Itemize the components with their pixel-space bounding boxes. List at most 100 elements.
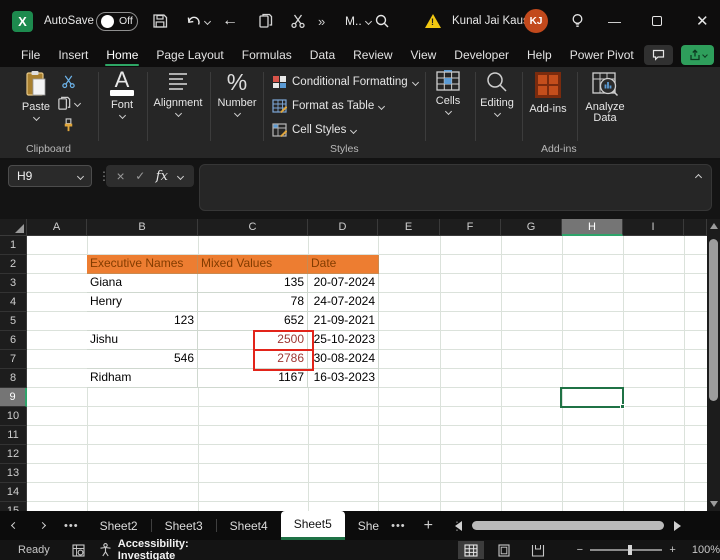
accessibility-button[interactable] bbox=[99, 543, 112, 557]
cell-c5[interactable]: 652 bbox=[198, 312, 308, 331]
sheet-body[interactable]: 1 2 3 4 5 6 7 8 9 10 11 12 13 14 15 Exec… bbox=[0, 236, 707, 511]
header-mixed-values[interactable]: Mixed Values bbox=[198, 255, 308, 274]
scroll-down-icon[interactable] bbox=[710, 501, 718, 507]
format-painter-button[interactable] bbox=[56, 114, 80, 136]
cell-c4[interactable]: 78 bbox=[198, 293, 308, 312]
font-group-button[interactable]: A Font bbox=[96, 69, 148, 132]
row-header-12[interactable]: 12 bbox=[0, 445, 27, 464]
cell-b7[interactable]: 546 bbox=[87, 350, 198, 369]
sheet-overflow-button[interactable]: ••• bbox=[383, 520, 414, 532]
back-arrow-button[interactable]: ← bbox=[222, 0, 238, 42]
cell-d7[interactable]: 30-08-2024 bbox=[308, 350, 379, 369]
accessibility-status[interactable]: Accessibility: Investigate bbox=[118, 538, 247, 560]
undo-button[interactable] bbox=[185, 0, 212, 42]
tab-help[interactable]: Help bbox=[518, 42, 561, 67]
cell-c8[interactable]: 1167 bbox=[198, 369, 308, 388]
format-as-table-button[interactable]: Format as Table bbox=[272, 95, 386, 117]
cell-b6[interactable]: Jishu bbox=[87, 331, 198, 350]
row-header-15[interactable]: 15 bbox=[0, 502, 27, 511]
paste-dropdown-icon[interactable] bbox=[32, 113, 40, 122]
cells-group-button[interactable]: Cells bbox=[422, 70, 474, 132]
number-group-button[interactable]: % Number bbox=[211, 70, 263, 132]
tab-review[interactable]: Review bbox=[344, 42, 401, 67]
addins-button[interactable]: Add-ins bbox=[522, 70, 574, 132]
row-header-7[interactable]: 7 bbox=[0, 350, 27, 369]
copy-dropdown-icon[interactable] bbox=[73, 99, 81, 107]
comments-button[interactable] bbox=[644, 45, 673, 65]
all-sheets-button[interactable]: ••• bbox=[56, 520, 87, 532]
header-executive-names[interactable]: Executive Names bbox=[87, 255, 198, 274]
tab-page-layout[interactable]: Page Layout bbox=[147, 42, 232, 67]
add-sheet-button[interactable]: + bbox=[414, 517, 443, 535]
copy-ribbon-button[interactable] bbox=[56, 92, 81, 114]
insert-function-button[interactable]: fx bbox=[156, 169, 168, 184]
row-header-5[interactable]: 5 bbox=[0, 312, 27, 331]
undo-dropdown-icon[interactable] bbox=[203, 17, 212, 25]
row-header-6[interactable]: 6 bbox=[0, 331, 27, 350]
confirm-entry-button[interactable]: ✓ bbox=[135, 169, 145, 183]
horizontal-scrollbar[interactable] bbox=[455, 511, 715, 540]
vertical-scroll-thumb[interactable] bbox=[709, 239, 718, 401]
row-header-11[interactable]: 11 bbox=[0, 426, 27, 445]
tab-formulas[interactable]: Formulas bbox=[233, 42, 301, 67]
row-header-4[interactable]: 4 bbox=[0, 293, 27, 312]
fx-dropdown-icon[interactable] bbox=[177, 172, 185, 180]
save-button[interactable] bbox=[152, 0, 168, 42]
select-all-button[interactable] bbox=[0, 219, 27, 236]
column-header-b[interactable]: B bbox=[87, 219, 198, 236]
zoom-level[interactable]: 100% bbox=[692, 544, 720, 556]
cell-b8[interactable]: Ridham bbox=[87, 369, 198, 388]
zoom-in-button[interactable]: + bbox=[669, 544, 675, 556]
name-box[interactable]: H9 bbox=[8, 165, 92, 187]
macro-record-button[interactable] bbox=[72, 543, 85, 557]
column-header-d[interactable]: D bbox=[308, 219, 378, 236]
cut-button[interactable] bbox=[290, 0, 306, 42]
row-header-3[interactable]: 3 bbox=[0, 274, 27, 293]
cut-ribbon-button[interactable] bbox=[56, 70, 80, 92]
qat-custom-button[interactable]: M.. bbox=[345, 0, 372, 42]
row-header-2[interactable]: 2 bbox=[0, 255, 27, 274]
column-header-c[interactable]: C bbox=[198, 219, 308, 236]
share-button[interactable] bbox=[681, 45, 714, 65]
cell-b3[interactable]: Giana bbox=[87, 274, 198, 293]
tab-view[interactable]: View bbox=[402, 42, 446, 67]
scroll-left-icon[interactable] bbox=[455, 520, 462, 531]
row-header-14[interactable]: 14 bbox=[0, 483, 27, 502]
cell-b4[interactable]: Henry bbox=[87, 293, 198, 312]
column-header-e[interactable]: E bbox=[378, 219, 440, 236]
zoom-out-button[interactable]: − bbox=[577, 544, 583, 556]
cell-styles-button[interactable]: Cell Styles bbox=[272, 119, 358, 141]
paste-button[interactable]: Paste bbox=[10, 70, 62, 132]
column-header-i[interactable]: I bbox=[623, 219, 684, 236]
close-button[interactable]: ✕ bbox=[696, 0, 709, 42]
tab-insert[interactable]: Insert bbox=[49, 42, 97, 67]
row-header-13[interactable]: 13 bbox=[0, 464, 27, 483]
tab-data[interactable]: Data bbox=[301, 42, 344, 67]
normal-view-button[interactable] bbox=[458, 541, 484, 559]
sheet-tab-sheet2[interactable]: Sheet2 bbox=[87, 511, 151, 540]
name-box-dropdown-icon[interactable] bbox=[76, 172, 85, 180]
cell-b5[interactable]: 123 bbox=[87, 312, 198, 331]
autosave-toggle[interactable]: Off bbox=[96, 0, 138, 42]
column-header-g[interactable]: G bbox=[501, 219, 562, 236]
cell-c3[interactable]: 135 bbox=[198, 274, 308, 293]
search-button[interactable] bbox=[374, 0, 390, 42]
editing-group-button[interactable]: Editing bbox=[471, 70, 523, 132]
row-header-9-selected[interactable]: 9 bbox=[0, 388, 27, 407]
cell-d8[interactable]: 16-03-2023 bbox=[308, 369, 379, 388]
row-header-1[interactable]: 1 bbox=[0, 236, 27, 255]
copy-button[interactable] bbox=[258, 0, 274, 42]
alignment-group-button[interactable]: Alignment bbox=[152, 70, 204, 132]
tab-developer[interactable]: Developer bbox=[445, 42, 518, 67]
page-break-preview-button[interactable] bbox=[525, 541, 550, 559]
horizontal-scroll-thumb[interactable] bbox=[472, 521, 664, 530]
tab-file[interactable]: File bbox=[12, 42, 49, 67]
cell-d4[interactable]: 24-07-2024 bbox=[308, 293, 379, 312]
zoom-slider-thumb[interactable] bbox=[628, 545, 633, 555]
sheet-tab-sheet5-active[interactable]: Sheet5 bbox=[280, 511, 345, 540]
scroll-right-icon[interactable] bbox=[674, 520, 681, 531]
cell-d3[interactable]: 20-07-2024 bbox=[308, 274, 379, 293]
cancel-entry-button[interactable]: × bbox=[117, 168, 125, 184]
next-sheet-button[interactable] bbox=[28, 521, 56, 530]
column-header-h-selected[interactable]: H bbox=[562, 219, 623, 236]
